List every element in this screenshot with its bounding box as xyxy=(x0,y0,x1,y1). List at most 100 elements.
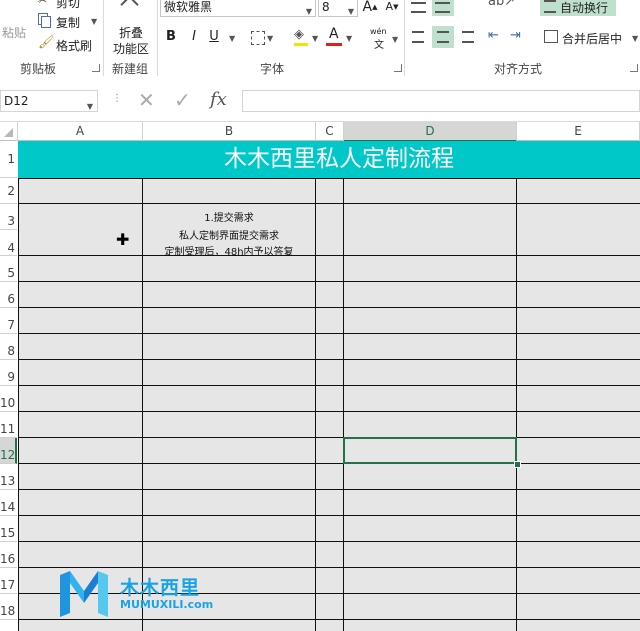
chevron-down-icon: ▼ xyxy=(86,102,93,111)
shrink-font-label: A xyxy=(385,0,394,13)
merge-center-button[interactable]: 合并后居中 ▼ xyxy=(540,26,640,48)
fill-handle[interactable] xyxy=(514,461,521,468)
row-header[interactable]: 18 xyxy=(0,594,17,620)
orientation-icon: ab↗ xyxy=(488,0,516,9)
row-header[interactable]: 1 xyxy=(0,141,17,178)
column-border xyxy=(343,178,344,631)
align-right-button[interactable] xyxy=(456,26,478,48)
column-border xyxy=(315,178,316,631)
column-header-e[interactable]: E xyxy=(517,122,640,141)
phonetic-top: wén xyxy=(370,27,387,36)
row-border xyxy=(18,281,640,282)
row-header[interactable]: 3 xyxy=(0,204,17,230)
borders-button[interactable]: ▼ xyxy=(251,30,275,46)
underline-dropdown-icon[interactable]: ▼ xyxy=(229,34,235,43)
font-color-label: A xyxy=(329,26,339,42)
row-header[interactable]: 16 xyxy=(0,542,17,568)
increase-indent-button[interactable]: ⇥ xyxy=(508,26,530,48)
column-header-a[interactable]: A xyxy=(18,122,143,141)
font-color-bar xyxy=(326,43,342,46)
paste-button[interactable]: 粘贴 xyxy=(0,0,30,42)
column-header-c[interactable]: C xyxy=(316,122,344,141)
row-header[interactable]: 11 xyxy=(0,412,17,438)
cut-button[interactable]: ✂ 剪切 xyxy=(36,0,96,10)
italic-button[interactable]: I xyxy=(187,28,201,46)
row-header[interactable]: 6 xyxy=(0,282,17,308)
row-border xyxy=(18,255,640,256)
column-header-d[interactable]: D xyxy=(344,122,517,142)
chevron-down-icon: ▼ xyxy=(267,34,274,43)
row-border xyxy=(18,333,640,334)
collapse-ribbon-button[interactable]: 折叠 功能区 xyxy=(106,0,156,56)
ribbon-separator xyxy=(157,0,158,76)
align-left-icon xyxy=(412,31,424,43)
column-header-b[interactable]: B xyxy=(143,122,316,141)
formula-input[interactable] xyxy=(242,90,640,112)
format-painter-button[interactable]: 🖌 格式刷 xyxy=(36,35,98,53)
column-border xyxy=(516,178,517,631)
new-group-label: 新建组 xyxy=(112,62,149,76)
row-header[interactable]: 14 xyxy=(0,490,17,516)
row-border xyxy=(18,437,640,438)
alignment-group-label: 对齐方式 xyxy=(494,62,543,76)
title-banner[interactable]: 木木西里私人定制流程 xyxy=(18,141,640,178)
chevron-down-icon: ▼ xyxy=(347,7,354,16)
phonetic-button[interactable]: wén 文 ▼ xyxy=(368,27,402,51)
row-header[interactable]: 15 xyxy=(0,516,17,542)
copy-dropdown-icon[interactable]: ▼ xyxy=(91,17,97,26)
underline-button[interactable]: U xyxy=(207,28,221,46)
font-group-label: 字体 xyxy=(260,62,285,76)
copy-button[interactable]: 复制 ▼ xyxy=(36,12,100,30)
selected-cell-d12[interactable] xyxy=(343,437,517,464)
formula-bar: D12 ▼ ⋮ ✕ ✓ fx xyxy=(0,80,640,120)
border-icon xyxy=(251,31,265,45)
collapse-label-2: 功能区 xyxy=(113,42,150,56)
chevron-down-icon: ▼ xyxy=(312,34,319,43)
align-left-button[interactable] xyxy=(408,26,430,48)
row-header[interactable]: 7 xyxy=(0,308,17,334)
align-middle-button[interactable] xyxy=(432,0,454,16)
wrap-text-label: 自动换行 xyxy=(560,1,609,15)
select-all-corner[interactable] xyxy=(0,122,18,141)
font-name-select[interactable]: 微软雅黑 ▼ xyxy=(160,0,316,17)
decrease-indent-button[interactable]: ⇤ xyxy=(486,26,508,48)
select-all-triangle-icon xyxy=(4,128,13,137)
shrink-font-button[interactable]: A▼ xyxy=(384,0,400,16)
align-center-button[interactable] xyxy=(432,26,454,48)
insert-function-icon[interactable]: fx xyxy=(210,89,227,110)
watermark-logo: 木木西里 MUMUXILI.com xyxy=(58,569,218,621)
row-header[interactable]: 17 xyxy=(0,568,17,594)
row-header[interactable]: 9 xyxy=(0,360,17,386)
more-icon: ⋮ xyxy=(112,93,122,104)
clipboard-group-label: 剪贴板 xyxy=(20,62,57,76)
cross-cursor-icon: ✚ xyxy=(116,230,130,249)
align-right-icon xyxy=(462,31,474,43)
row-header[interactable]: 4 xyxy=(0,230,17,256)
chevron-up-icon xyxy=(120,0,139,14)
row-header[interactable]: 13 xyxy=(0,464,17,490)
wrap-text-button[interactable]: 自动换行 xyxy=(540,0,616,16)
row-header[interactable]: 2 xyxy=(0,178,17,204)
row-header[interactable]: 10 xyxy=(0,386,17,412)
cell-grid[interactable] xyxy=(18,141,640,631)
font-size-select[interactable]: 8 ▼ xyxy=(318,0,358,17)
row-header[interactable]: 5 xyxy=(0,256,17,282)
row-header[interactable]: 8 xyxy=(0,334,17,360)
enter-icon[interactable]: ✓ xyxy=(174,88,191,112)
name-box[interactable]: D12 ▼ xyxy=(0,90,98,112)
merge-center-label: 合并后居中 xyxy=(562,32,623,46)
orientation-button[interactable]: ab↗ xyxy=(484,0,518,14)
clipboard-launcher-icon[interactable] xyxy=(92,64,100,72)
paste-label: 粘贴 xyxy=(2,26,27,40)
font-color-button[interactable]: A ▼ xyxy=(326,26,356,48)
align-top-button[interactable] xyxy=(408,0,430,16)
font-launcher-icon[interactable] xyxy=(394,64,402,72)
fill-color-button[interactable]: ◈ ▼ xyxy=(294,27,324,48)
row-header[interactable]: 12 xyxy=(0,438,17,464)
row-border xyxy=(18,359,640,360)
alignment-launcher-icon[interactable] xyxy=(630,64,638,72)
collapse-label-1: 折叠 xyxy=(119,26,144,40)
bold-button[interactable]: B xyxy=(164,28,178,46)
grow-font-button[interactable]: A▲ xyxy=(362,0,378,17)
cancel-icon[interactable]: ✕ xyxy=(138,88,155,112)
